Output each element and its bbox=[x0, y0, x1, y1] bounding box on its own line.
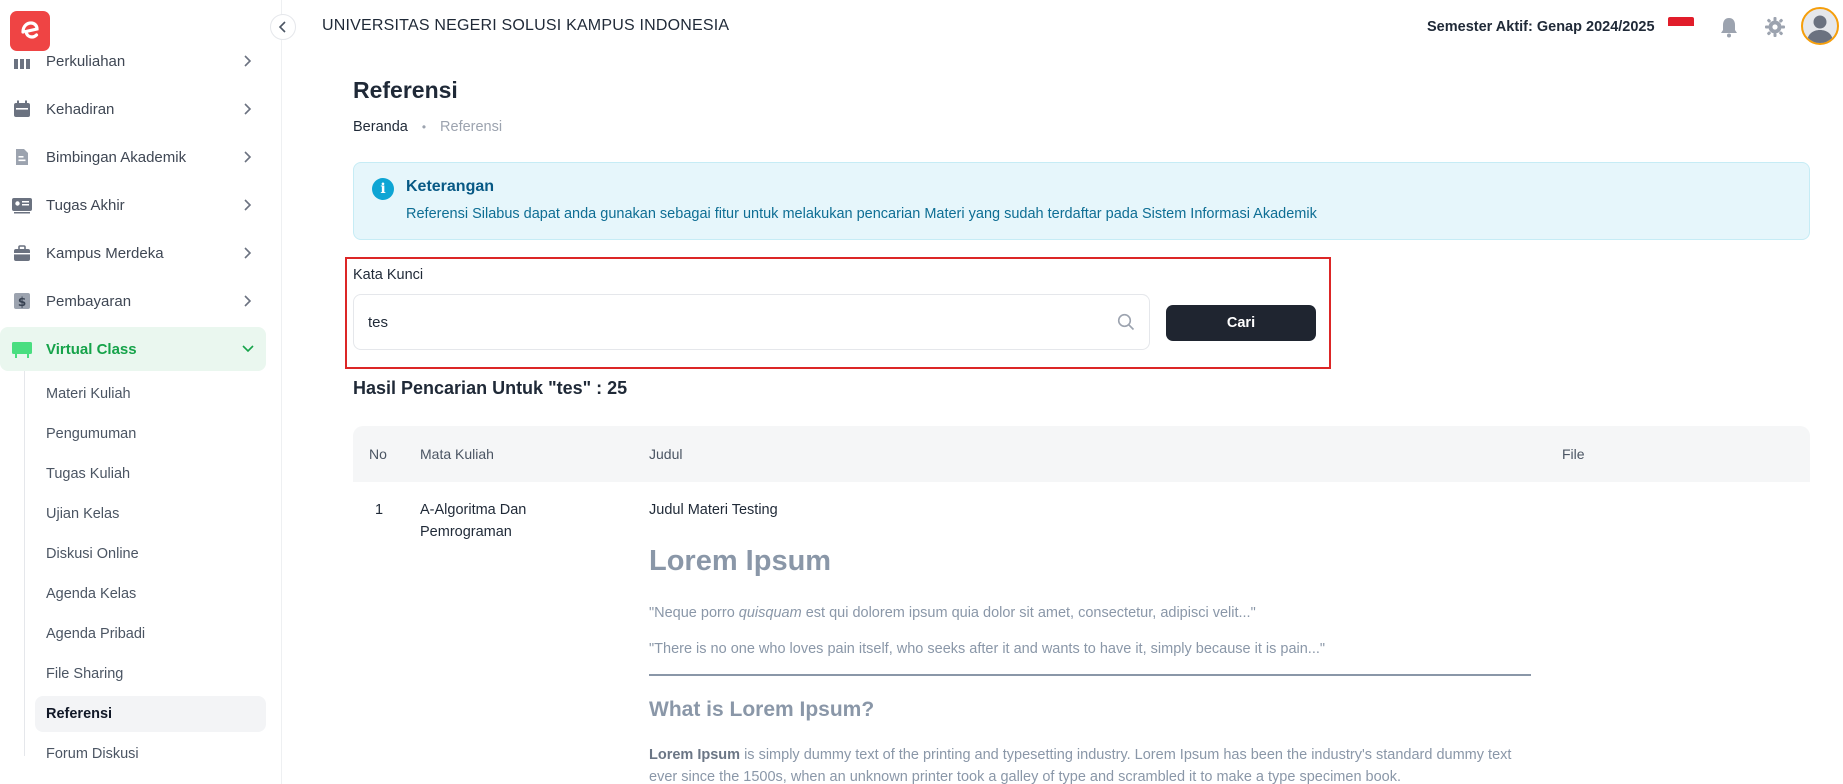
content-subheading: What is Lorem Ipsum? bbox=[649, 698, 875, 721]
board-icon bbox=[11, 338, 33, 360]
sub-item-agenda-kelas[interactable]: Agenda Kelas bbox=[35, 576, 266, 612]
chevron-left-icon bbox=[278, 21, 286, 33]
content-divider bbox=[649, 674, 1531, 676]
sub-item-forum-diskusi[interactable]: Forum Diskusi bbox=[35, 736, 266, 772]
sidebar-item-label: Tugas Akhir bbox=[46, 196, 125, 214]
sidebar-item-kehadiran[interactable]: Kehadiran bbox=[0, 87, 266, 131]
document-icon bbox=[11, 146, 33, 168]
chevron-right-icon bbox=[240, 149, 256, 165]
column-header-mata-kuliah: Mata Kuliah bbox=[420, 446, 494, 462]
content-quote-2: "There is no one who loves pain itself, … bbox=[649, 641, 1326, 657]
column-header-no: No bbox=[369, 446, 387, 462]
table-header: No Mata Kuliah Judul File bbox=[353, 426, 1810, 482]
sub-item-diskusi-online[interactable]: Diskusi Online bbox=[35, 536, 266, 572]
user-icon bbox=[1807, 15, 1833, 43]
sub-item-tugas-kuliah[interactable]: Tugas Kuliah bbox=[35, 456, 266, 492]
chevron-right-icon bbox=[240, 53, 256, 69]
logo-icon bbox=[21, 21, 39, 39]
column-header-file: File bbox=[1562, 446, 1585, 462]
content-quote: "Neque porro quisquam est qui dolorem ip… bbox=[649, 605, 1256, 621]
row-number: 1 bbox=[375, 502, 384, 518]
sub-item-ujian-kelas[interactable]: Ujian Kelas bbox=[35, 496, 266, 532]
chevron-right-icon bbox=[240, 293, 256, 309]
submenu-guide-line bbox=[24, 371, 25, 756]
row-judul: Judul Materi Testing bbox=[649, 502, 778, 518]
row-mata-kuliah: A-Algoritma Dan Pemrograman bbox=[420, 502, 527, 540]
columns-icon bbox=[11, 50, 33, 72]
app-logo[interactable] bbox=[10, 11, 50, 51]
chevron-right-icon bbox=[240, 197, 256, 213]
sidebar-item-label: Pembayaran bbox=[46, 292, 132, 310]
id-card-icon bbox=[11, 194, 33, 216]
user-avatar[interactable] bbox=[1801, 7, 1839, 45]
sidebar-item-label: Perkuliahan bbox=[46, 52, 126, 70]
quote-suffix: est qui dolorem ipsum quia dolor sit ame… bbox=[801, 605, 1256, 621]
content-paragraph: Lorem Ipsum is simply dummy text of the … bbox=[649, 744, 1531, 784]
flag-red-stripe bbox=[1668, 17, 1694, 26]
university-name: UNIVERSITAS NEGERI SOLUSI KAMPUS INDONES… bbox=[322, 17, 730, 34]
breadcrumb-current: Referensi bbox=[440, 119, 503, 135]
dollar-icon: $ bbox=[11, 290, 33, 312]
sub-item-file-sharing[interactable]: File Sharing bbox=[35, 656, 266, 692]
sidebar-item-label: Kehadiran bbox=[46, 100, 115, 118]
bell-icon[interactable] bbox=[1717, 15, 1741, 39]
chevron-right-icon bbox=[240, 245, 256, 261]
search-icon[interactable] bbox=[1117, 313, 1135, 331]
sidebar-item-label: Virtual Class bbox=[46, 340, 137, 358]
sub-item-materi-kuliah[interactable]: Materi Kuliah bbox=[35, 376, 266, 412]
quote-emphasis: quisquam bbox=[738, 605, 802, 621]
paragraph-bold: Lorem Ipsum bbox=[649, 747, 741, 763]
info-alert: i Keterangan Referensi Silabus dapat and… bbox=[353, 162, 1810, 240]
sub-item-referensi[interactable]: Referensi bbox=[35, 696, 266, 732]
search-label: Kata Kunci bbox=[353, 267, 424, 283]
sidebar-item-tugas-akhir[interactable]: Tugas Akhir bbox=[0, 183, 266, 227]
active-semester: Semester Aktif: Genap 2024/2025 bbox=[1427, 19, 1655, 35]
sub-item-pengumuman[interactable]: Pengumuman bbox=[35, 416, 266, 452]
column-header-judul: Judul bbox=[649, 446, 683, 462]
gear-icon[interactable] bbox=[1763, 15, 1787, 39]
sidebar-item-virtual-class[interactable]: Virtual Class bbox=[0, 327, 266, 371]
info-title: Keterangan bbox=[406, 178, 495, 195]
info-text: Referensi Silabus dapat anda gunakan seb… bbox=[406, 206, 1317, 222]
paragraph-text: is simply dummy text of the printing and… bbox=[649, 747, 1512, 784]
sidebar-item-label: Bimbingan Akademik bbox=[46, 148, 187, 166]
breadcrumb: Beranda • Referensi bbox=[353, 119, 502, 135]
quote-prefix: "Neque porro bbox=[649, 605, 739, 621]
sub-item-agenda-pribadi[interactable]: Agenda Pribadi bbox=[35, 616, 266, 652]
breadcrumb-home-link[interactable]: Beranda bbox=[353, 119, 408, 135]
chevron-right-icon bbox=[240, 101, 256, 117]
sidebar-item-bimbingan-akademik[interactable]: Bimbingan Akademik bbox=[0, 135, 266, 179]
language-flag[interactable] bbox=[1668, 17, 1694, 35]
results-title: Hasil Pencarian Untuk "tes" : 25 bbox=[353, 378, 628, 398]
flag-white-stripe bbox=[1668, 26, 1694, 35]
sidebar-item-kampus-merdeka[interactable]: Kampus Merdeka bbox=[0, 231, 266, 275]
search-field[interactable] bbox=[353, 294, 1150, 350]
svg-text:$: $ bbox=[18, 295, 26, 309]
chevron-down-icon bbox=[240, 341, 256, 357]
sidebar: Perkuliahan Kehadiran Bimbingan Akademik… bbox=[0, 0, 282, 784]
search-button[interactable]: Cari bbox=[1166, 305, 1316, 341]
page-title: Referensi bbox=[353, 77, 458, 103]
info-icon: i bbox=[372, 178, 394, 200]
search-input[interactable] bbox=[368, 295, 1108, 349]
briefcase-icon bbox=[11, 242, 33, 264]
calendar-icon bbox=[11, 98, 33, 120]
breadcrumb-separator: • bbox=[421, 120, 427, 134]
sidebar-item-pembayaran[interactable]: $ Pembayaran bbox=[0, 279, 266, 323]
content-heading: Lorem Ipsum bbox=[649, 545, 832, 577]
sidebar-collapse-button[interactable] bbox=[270, 14, 296, 40]
sidebar-item-label: Kampus Merdeka bbox=[46, 244, 164, 262]
